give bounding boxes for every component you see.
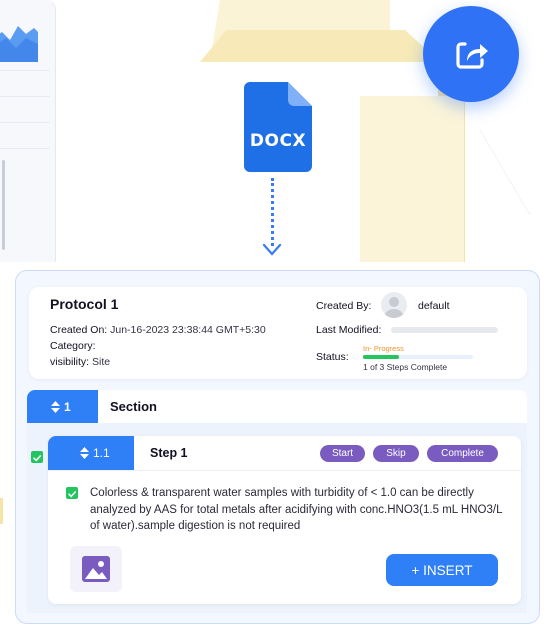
section-header[interactable] [27,390,527,423]
section-title: Section [110,399,157,414]
step-title: Step 1 [150,446,188,460]
status-label: Status: [316,351,349,363]
scrollbar[interactable] [2,160,5,250]
created-by-label: Created By: [316,300,372,312]
check-icon [33,455,41,462]
item-checkbox[interactable] [66,487,78,499]
created-on: Created On: Jun-16-2023 23:38:44 GMT+5:3… [50,324,266,336]
insert-button[interactable]: + INSERT [386,554,498,586]
divider [48,470,521,471]
share-icon [456,42,488,69]
chart-thumbnail-icon [0,26,38,62]
arrow-down-icon [262,243,282,256]
created-on-label: Created On: [50,324,108,336]
step-number-badge[interactable]: 1.1 [48,436,134,470]
background-window [0,0,56,262]
image-icon [82,556,110,582]
avatar [381,292,407,318]
docx-label: DOCX [249,131,307,151]
step-checkbox[interactable] [31,451,43,463]
user-avatar-icon [384,297,404,318]
skip-button[interactable]: Skip [373,445,419,462]
category: Category: [50,340,96,352]
category-label: Category: [50,340,96,352]
flow-connector [271,178,274,246]
status-progress-bar [363,355,473,359]
check-icon [68,491,76,498]
illustration: DOCX [0,0,545,262]
background-chip [0,498,3,524]
sort-arrows-icon [80,447,89,459]
share-button[interactable] [423,6,519,102]
last-modified-placeholder [391,327,498,333]
status-state: In- Progress [363,344,404,353]
step-number: 1.1 [93,446,110,460]
created-on-value: Jun-16-2023 23:38:44 GMT+5:30 [110,324,266,336]
last-modified-label: Last Modified: [316,324,382,336]
start-button[interactable]: Start [320,445,365,462]
sort-arrows-icon [51,400,60,413]
visibility-value: Site [92,356,111,368]
section-number: 1 [64,399,71,414]
created-by-value: default [418,300,450,312]
status-progress-fill [363,355,400,359]
visibility: visibility: Site [50,356,110,368]
complete-button[interactable]: Complete [427,445,498,462]
protocol-title: Protocol 1 [50,296,119,312]
step-item-text: Colorless & transparent water samples wi… [90,487,503,532]
image-attachment-button[interactable] [70,546,122,592]
section-number-badge[interactable]: 1 [27,390,98,423]
status-progress-text: 1 of 3 Steps Complete [363,362,448,372]
visibility-label: visibility: [50,356,90,368]
docx-file-icon [244,82,312,172]
